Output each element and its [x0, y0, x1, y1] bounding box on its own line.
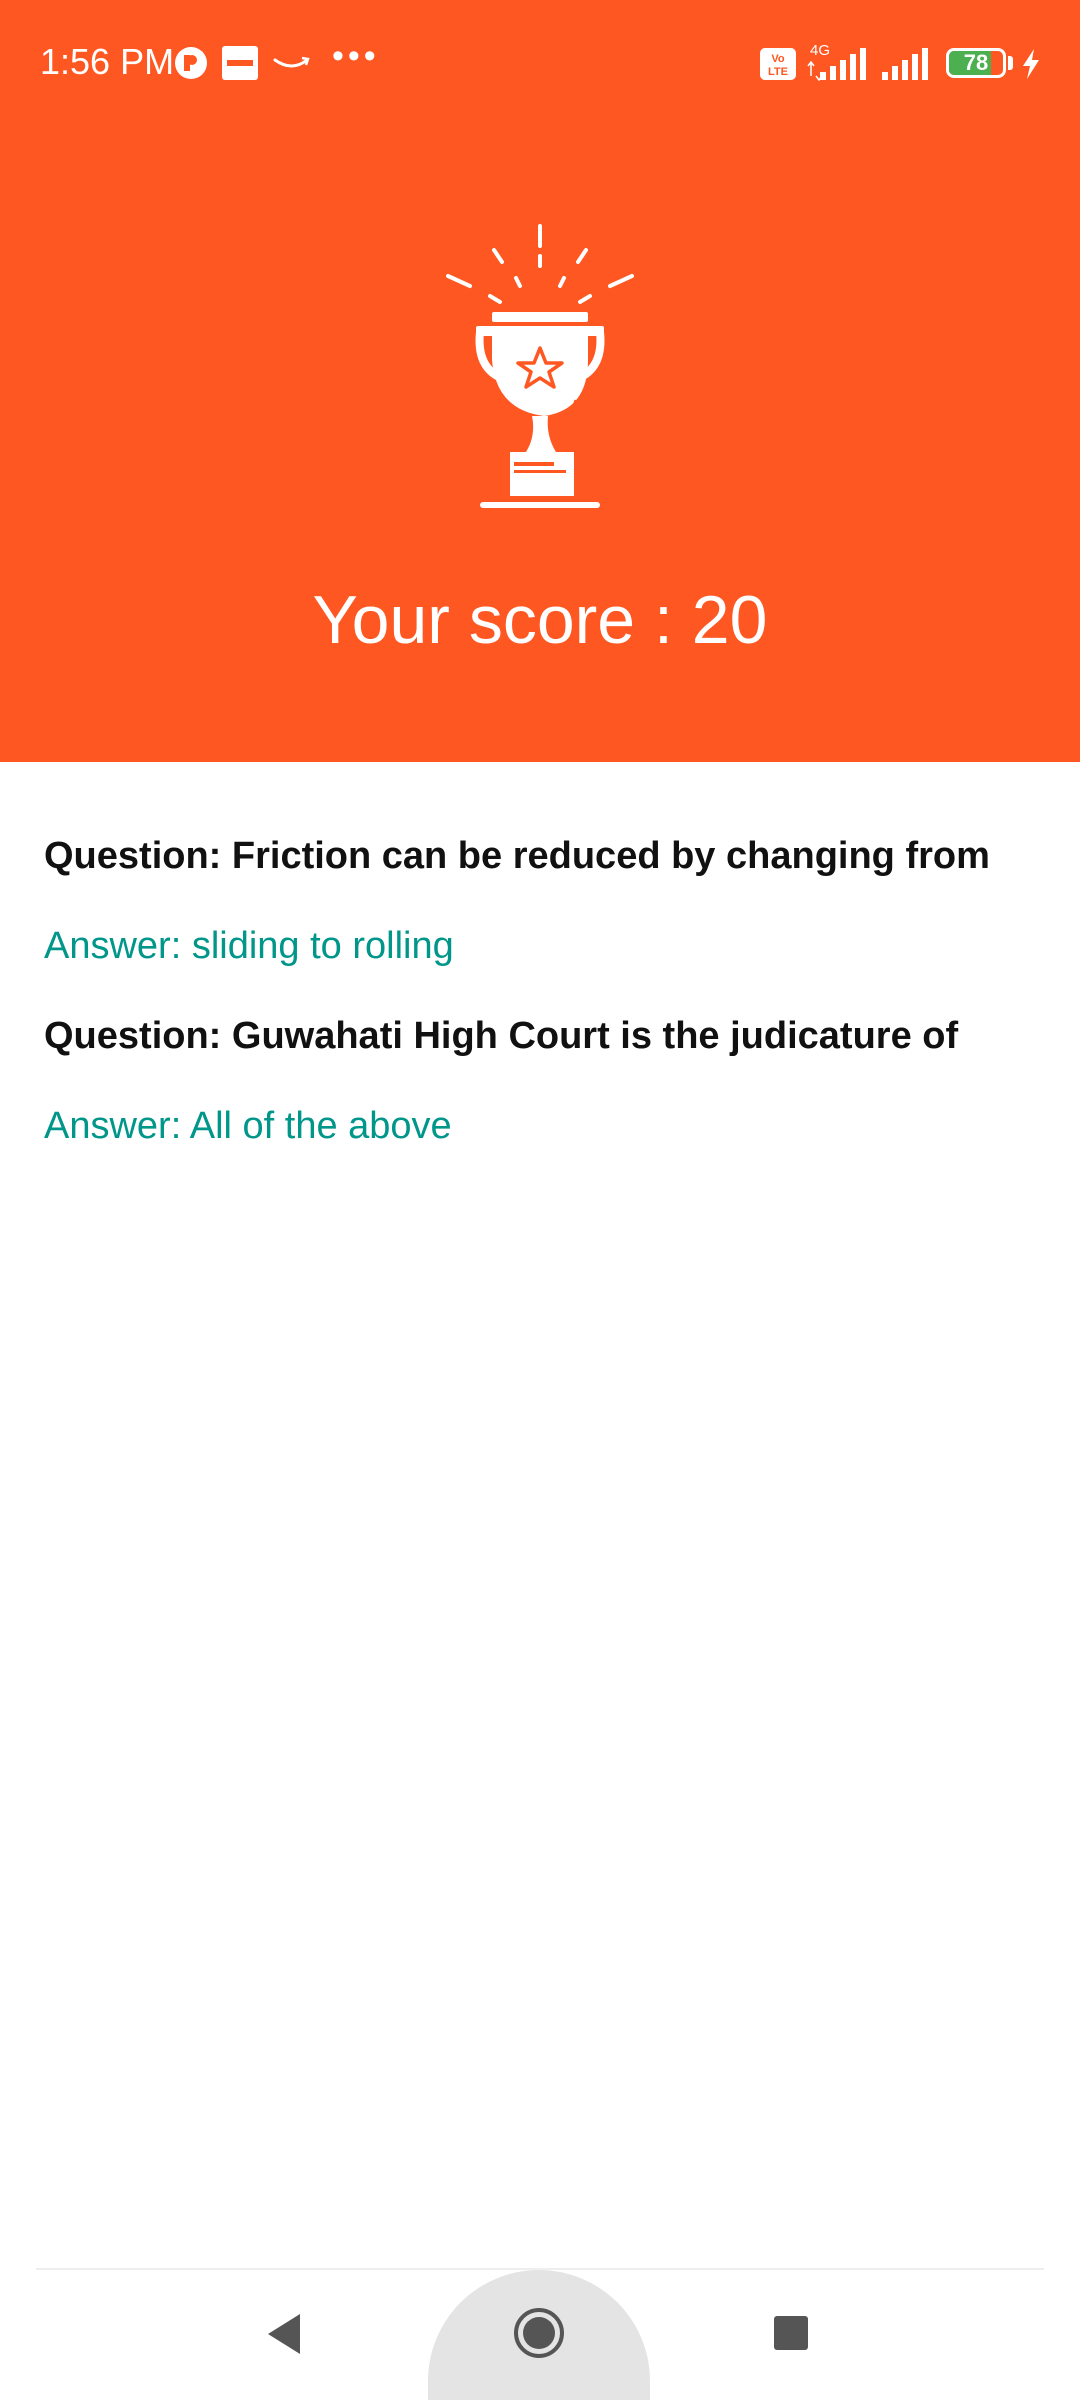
volte-icon: Vo LTE [760, 48, 796, 80]
answer-text: Answer: sliding to rolling [44, 925, 454, 967]
signal-icon [807, 48, 866, 82]
trophy-icon [446, 224, 634, 508]
app-notification-icon [175, 47, 207, 79]
status-bar: 1:56 PM ••• Vo LTE 4G 78 [0, 0, 1080, 128]
score-header: 1:56 PM ••• Vo LTE 4G 78 Your score: 20 [0, 0, 1080, 762]
more-notifications-icon: ••• [332, 37, 380, 75]
status-time: 1:56 PM [40, 41, 175, 82]
list-item: Question: Guwahati High Court is the jud… [44, 1000, 1044, 1162]
recents-icon[interactable] [774, 2316, 808, 2350]
home-icon [514, 2308, 564, 2358]
amazon-notification-icon [273, 56, 310, 68]
signal-icon [882, 48, 928, 80]
question-text: Question: Friction can be reduced by cha… [44, 835, 990, 877]
back-icon[interactable] [264, 2312, 304, 2356]
list-item: Question: Friction can be reduced by cha… [44, 820, 1044, 982]
battery-level: 78 [963, 50, 989, 75]
battery-icon: 78 [946, 48, 1006, 78]
score-text: Your score : 20 [312, 582, 768, 658]
charging-icon [1023, 49, 1039, 79]
results-list: Question: Friction can be reduced by cha… [44, 820, 1044, 1180]
question-text: Question: Guwahati High Court is the jud… [44, 1015, 959, 1057]
battery-tip [1008, 56, 1013, 70]
zomato-notification-icon [222, 46, 258, 80]
answer-text: Answer: All of the above [44, 1105, 452, 1147]
svg-text:Vo: Vo [771, 53, 785, 65]
svg-text:LTE: LTE [768, 66, 788, 78]
